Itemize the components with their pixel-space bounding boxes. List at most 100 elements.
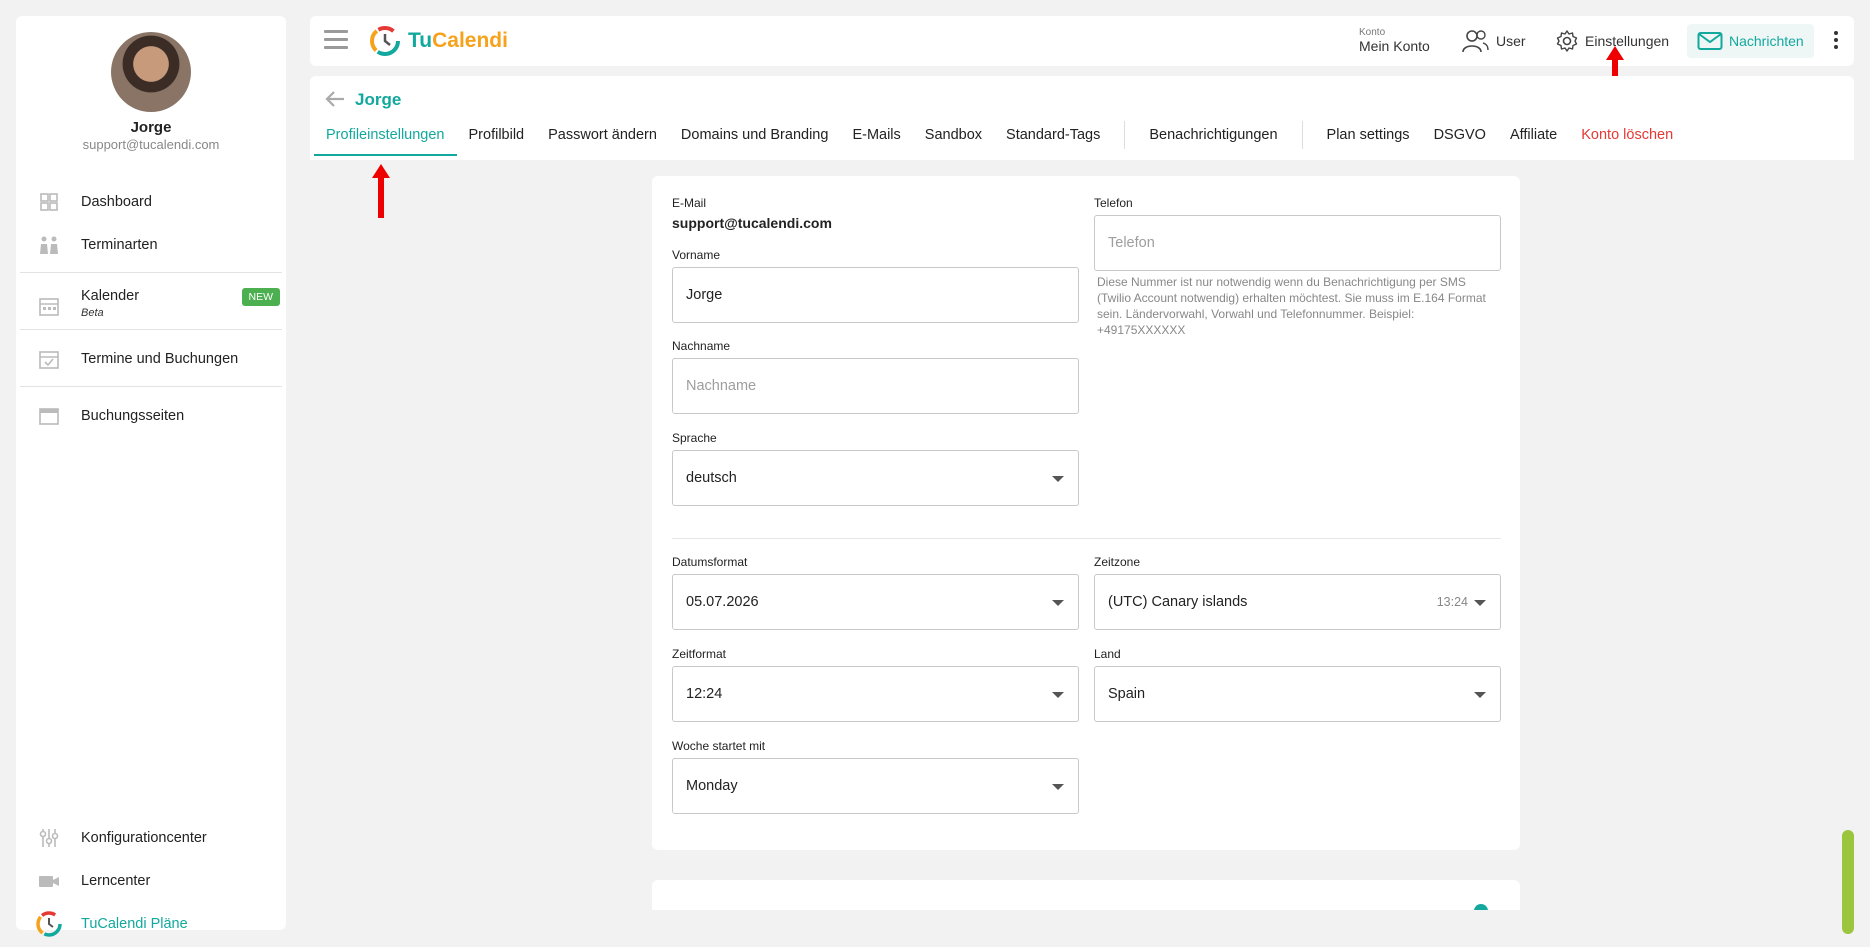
video-camera-icon xyxy=(39,876,59,887)
profile-form-card: E-Mail support@tucalendi.com Vorname Jor… xyxy=(652,176,1520,850)
konto-caption: Konto xyxy=(1359,27,1386,38)
user-email: support@tucalendi.com xyxy=(82,137,220,152)
calendar-icon xyxy=(39,298,59,316)
back-arrow-icon[interactable] xyxy=(324,88,346,110)
chevron-down-icon xyxy=(1052,784,1064,790)
tucalendi-logo-icon xyxy=(36,911,62,937)
new-badge: NEW xyxy=(241,288,280,306)
user-name: Jorge xyxy=(130,119,172,136)
tab-passwort[interactable]: Passwort ändern xyxy=(536,114,669,156)
sidebar-item-label: Konfigurationcenter xyxy=(81,830,207,846)
telefon-field[interactable]: Telefon xyxy=(1094,215,1501,271)
nachname-placeholder: Nachname xyxy=(686,378,757,394)
user-button[interactable]: User xyxy=(1460,24,1526,58)
dashboard-icon xyxy=(40,193,58,211)
logo-text-calendi: Calendi xyxy=(432,29,508,52)
avatar[interactable] xyxy=(111,32,191,112)
sidebar-item-terminarten[interactable]: Terminarten xyxy=(16,225,286,265)
telefon-label: Telefon xyxy=(1094,196,1133,210)
envelope-icon xyxy=(1697,32,1723,50)
scrollbar[interactable] xyxy=(1842,830,1854,934)
tucalendi-logo-icon xyxy=(370,26,400,56)
tab-profilbild[interactable]: Profilbild xyxy=(457,114,537,156)
user-label: User xyxy=(1496,33,1526,49)
tab-plan-settings[interactable]: Plan settings xyxy=(1315,114,1422,156)
divider xyxy=(20,272,282,273)
app-logo[interactable]: TuCalendi xyxy=(368,24,508,58)
sidebar-item-label: Buchungsseiten xyxy=(81,408,185,424)
chevron-down-icon xyxy=(1474,692,1486,698)
hamburger-menu-icon[interactable] xyxy=(324,30,348,50)
vorname-value: Jorge xyxy=(686,287,723,303)
land-select[interactable]: Spain xyxy=(1094,666,1501,722)
zeitformat-value: 12:24 xyxy=(686,686,723,702)
chevron-down-icon xyxy=(1052,476,1064,482)
browser-window-icon xyxy=(39,408,59,425)
zeitzone-label: Zeitzone xyxy=(1094,555,1141,569)
chevron-down-icon xyxy=(1052,600,1064,606)
tab-domains[interactable]: Domains und Branding xyxy=(669,114,841,156)
sprache-value: deutsch xyxy=(686,470,737,486)
tab-sandbox[interactable]: Sandbox xyxy=(913,114,994,156)
woche-value: Monday xyxy=(686,778,738,794)
people-icon xyxy=(40,236,58,254)
woche-select[interactable]: Monday xyxy=(672,758,1079,814)
chevron-down-icon xyxy=(1052,692,1064,698)
sidebar-item-lerncenter[interactable]: Lerncenter xyxy=(16,861,286,901)
sidebar-item-termine[interactable]: Termine und Buchungen xyxy=(16,339,286,379)
chevron-down-icon xyxy=(1474,600,1486,606)
divider xyxy=(20,329,282,330)
sprache-label: Sprache xyxy=(672,431,717,445)
page-header: Jorge Profileinstellungen Profilbild Pas… xyxy=(310,76,1854,160)
beta-label: Beta xyxy=(81,307,104,319)
logo-text-tu: Tu xyxy=(408,29,433,52)
sidebar: Jorge support@tucalendi.com Dashboard Te… xyxy=(16,16,286,937)
tab-divider xyxy=(1301,121,1303,149)
divider xyxy=(20,386,282,387)
sidebar-item-label: Lerncenter xyxy=(81,873,151,889)
sidebar-item-konfigurationcenter[interactable]: Konfigurationcenter xyxy=(16,818,286,858)
more-options-icon[interactable] xyxy=(1834,31,1838,52)
tab-standard-tags[interactable]: Standard-Tags xyxy=(994,114,1112,156)
tab-profileinstellungen[interactable]: Profileinstellungen xyxy=(314,114,457,156)
sidebar-item-label: TuCalendi Pläne xyxy=(81,916,188,932)
sidebar-item-kalender[interactable]: Kalender Beta NEW xyxy=(16,282,286,330)
email-label: E-Mail xyxy=(672,196,707,210)
sidebar-item-plaene[interactable]: TuCalendi Pläne xyxy=(16,904,286,944)
tab-affiliate[interactable]: Affiliate xyxy=(1498,114,1569,156)
sidebar-item-label: Termine und Buchungen xyxy=(81,351,239,367)
divider xyxy=(672,538,1501,539)
tab-benachrichtigungen[interactable]: Benachrichtigungen xyxy=(1137,114,1289,156)
sidebar-item-buchungsseiten[interactable]: Buchungsseiten xyxy=(16,396,286,436)
nachname-field[interactable]: Nachname xyxy=(672,358,1079,414)
vorname-field[interactable]: Jorge xyxy=(672,267,1079,323)
tab-divider xyxy=(1124,121,1126,149)
tab-konto-loeschen[interactable]: Konto löschen xyxy=(1569,114,1685,156)
zeitzone-select[interactable]: (UTC) Canary islands 13:24 xyxy=(1094,574,1501,630)
sidebar-item-dashboard[interactable]: Dashboard xyxy=(16,182,286,222)
woche-label: Woche startet mit xyxy=(672,739,766,753)
datumsformat-select[interactable]: 05.07.2026 xyxy=(672,574,1079,630)
annotation-arrow xyxy=(372,164,390,218)
secondary-card xyxy=(652,880,1520,910)
zeitformat-label: Zeitformat xyxy=(672,647,727,661)
tab-dsgvo[interactable]: DSGVO xyxy=(1422,114,1498,156)
messages-label: Nachrichten xyxy=(1729,33,1804,49)
users-icon xyxy=(1462,30,1489,53)
gear-icon xyxy=(1556,30,1578,52)
land-value: Spain xyxy=(1108,686,1146,702)
zeitzone-value: (UTC) Canary islands xyxy=(1108,594,1248,610)
konto-label: Mein Konto xyxy=(1359,38,1430,54)
zeitformat-select[interactable]: 12:24 xyxy=(672,666,1079,722)
account-menu[interactable]: Konto Mein Konto xyxy=(1359,27,1430,56)
sprache-select[interactable]: deutsch xyxy=(672,450,1079,506)
settings-tabs: Profileinstellungen Profilbild Passwort … xyxy=(314,114,1685,156)
calendar-check-icon xyxy=(39,351,59,369)
telefon-hint: Diese Nummer ist nur notwendig wenn du B… xyxy=(1097,275,1486,337)
messages-button[interactable]: Nachrichten xyxy=(1687,24,1814,58)
land-label: Land xyxy=(1094,647,1121,661)
toggle-icon[interactable] xyxy=(1474,904,1488,910)
zeitzone-time: 13:24 xyxy=(1436,595,1468,609)
tab-emails[interactable]: E-Mails xyxy=(840,114,912,156)
page-title: Jorge xyxy=(355,90,402,109)
